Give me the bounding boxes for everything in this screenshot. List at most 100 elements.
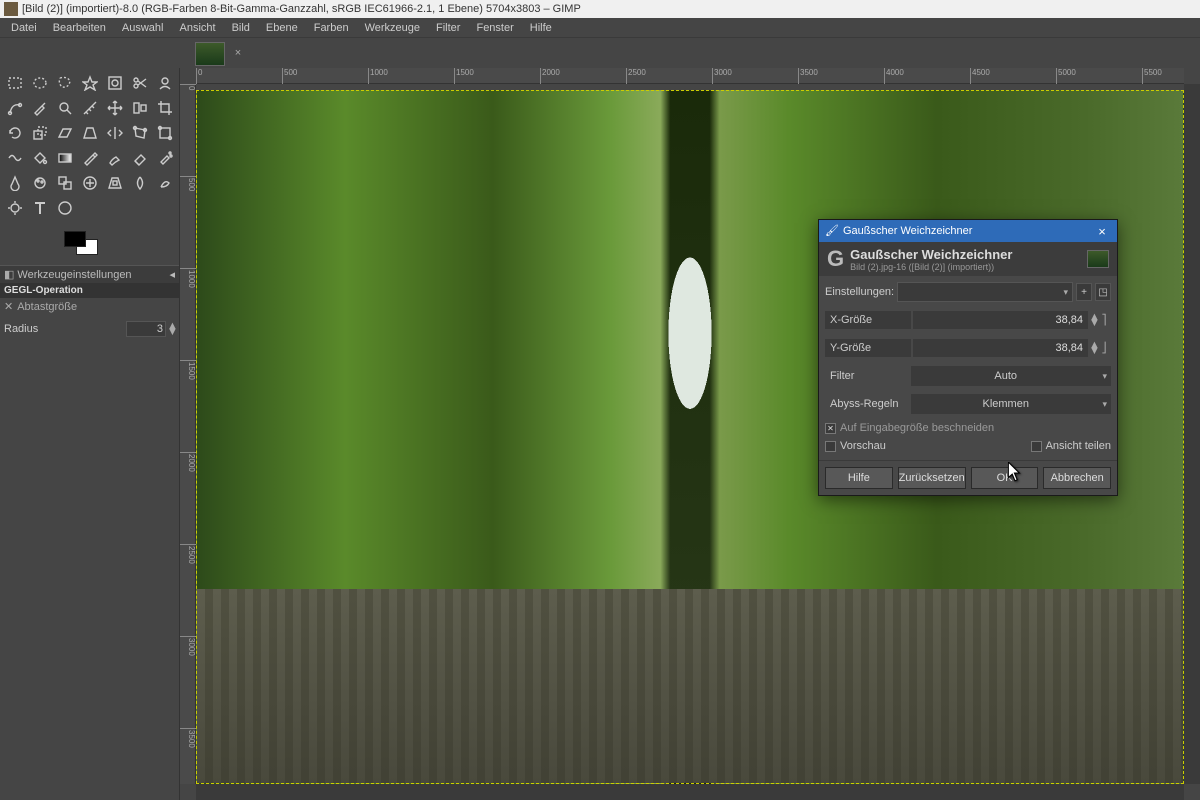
foreground-select-tool[interactable] bbox=[154, 72, 176, 94]
unified-tool[interactable] bbox=[154, 122, 176, 144]
text-tool[interactable] bbox=[29, 197, 51, 219]
ok-button[interactable]: OK bbox=[971, 467, 1039, 489]
clip-checkbox[interactable]: ✕ Auf Eingabegröße beschneiden bbox=[825, 420, 1111, 436]
x-spinner[interactable]: ▲▼ bbox=[1089, 314, 1097, 326]
measure-tool[interactable] bbox=[79, 97, 101, 119]
dodge-tool[interactable] bbox=[4, 197, 26, 219]
scale-tool[interactable] bbox=[29, 122, 51, 144]
ruler-tick: 3000 bbox=[712, 68, 732, 84]
radius-row: Radius ▲▼ bbox=[0, 315, 179, 343]
vertical-scrollbar[interactable] bbox=[1184, 84, 1200, 784]
radius-spinner[interactable]: ▲▼ bbox=[167, 323, 175, 335]
ruler-tick: 4000 bbox=[884, 68, 904, 84]
y-size-input[interactable]: 38,84 bbox=[913, 339, 1088, 357]
ruler-tick: 500 bbox=[282, 68, 297, 84]
toolbox bbox=[0, 68, 179, 223]
paintbrush-tool[interactable] bbox=[104, 147, 126, 169]
image-tab-bar: × bbox=[0, 38, 1200, 68]
settings-dropdown[interactable]: ▾ bbox=[897, 282, 1073, 302]
cancel-button[interactable]: Abbrechen bbox=[1043, 467, 1111, 489]
crop-tool[interactable] bbox=[154, 97, 176, 119]
abyss-label: Abyss-Regeln bbox=[825, 395, 911, 413]
mypaint-tool[interactable] bbox=[29, 172, 51, 194]
by-color-select-tool[interactable] bbox=[104, 72, 126, 94]
remove-icon[interactable]: ✕ bbox=[4, 300, 13, 313]
scissors-tool[interactable] bbox=[129, 72, 151, 94]
color-tool[interactable] bbox=[54, 197, 76, 219]
fuzzy-select-tool[interactable] bbox=[79, 72, 101, 94]
airbrush-tool[interactable] bbox=[154, 147, 176, 169]
link-icon-top[interactable]: ⎤ bbox=[1097, 315, 1111, 326]
manage-preset-button[interactable]: ◳ bbox=[1095, 283, 1111, 301]
blur-tool[interactable] bbox=[129, 172, 151, 194]
free-select-tool[interactable] bbox=[54, 72, 76, 94]
checkbox-icon bbox=[1031, 441, 1042, 452]
flip-tool[interactable] bbox=[104, 122, 126, 144]
sample-size-row: ✕ Abtastgröße bbox=[0, 298, 179, 315]
pencil-tool[interactable] bbox=[79, 147, 101, 169]
dialog-titlebar[interactable]: 🖌 Gaußscher Weichzeichner × bbox=[819, 220, 1117, 242]
heal-tool[interactable] bbox=[79, 172, 101, 194]
warp-tool[interactable] bbox=[4, 147, 26, 169]
ruler-tick: 2000 bbox=[180, 452, 196, 472]
image-tab-thumb[interactable] bbox=[195, 42, 225, 66]
panel-menu-icon[interactable]: ◂ bbox=[169, 268, 175, 281]
horizontal-scrollbar[interactable] bbox=[196, 784, 1184, 800]
ink-tool[interactable] bbox=[4, 172, 26, 194]
radius-input[interactable] bbox=[126, 321, 166, 337]
menu-ebene[interactable]: Ebene bbox=[258, 20, 306, 36]
y-spinner[interactable]: ▲▼ bbox=[1089, 342, 1097, 354]
fg-color-swatch[interactable] bbox=[64, 231, 86, 247]
menu-werkzeuge[interactable]: Werkzeuge bbox=[357, 20, 428, 36]
color-swatches[interactable] bbox=[64, 231, 104, 261]
eraser-tool[interactable] bbox=[129, 147, 151, 169]
rotate-tool[interactable] bbox=[4, 122, 26, 144]
add-preset-button[interactable]: + bbox=[1076, 283, 1092, 301]
help-button[interactable]: Hilfe bbox=[825, 467, 893, 489]
x-size-input[interactable]: 38,84 bbox=[913, 311, 1088, 329]
split-view-checkbox[interactable]: Ansicht teilen bbox=[1031, 438, 1111, 454]
clone-tool[interactable] bbox=[54, 172, 76, 194]
paths-tool[interactable] bbox=[4, 97, 26, 119]
menu-ansicht[interactable]: Ansicht bbox=[171, 20, 223, 36]
menu-fenster[interactable]: Fenster bbox=[468, 20, 521, 36]
zoom-tool[interactable] bbox=[54, 97, 76, 119]
link-icon-bottom[interactable]: ⎦ bbox=[1097, 343, 1111, 354]
close-icon[interactable]: × bbox=[1093, 224, 1111, 239]
cage-tool[interactable] bbox=[129, 122, 151, 144]
vertical-ruler[interactable]: 0500100015002000250030003500 bbox=[180, 84, 196, 784]
ruler-tick: 2500 bbox=[180, 544, 196, 564]
ellipse-select-tool[interactable] bbox=[29, 72, 51, 94]
abyss-dropdown[interactable]: Klemmen▾ bbox=[911, 394, 1111, 414]
gradient-tool[interactable] bbox=[54, 147, 76, 169]
perspective-clone-tool[interactable] bbox=[104, 172, 126, 194]
ruler-tick: 0 bbox=[196, 68, 202, 84]
reset-button[interactable]: Zurücksetzen bbox=[898, 467, 966, 489]
tab-close-icon[interactable]: × bbox=[231, 47, 245, 61]
panel-icon: ◧ bbox=[4, 268, 14, 281]
preview-checkbox[interactable]: Vorschau bbox=[825, 438, 886, 454]
tool-options-header[interactable]: ◧ Werkzeugeinstellungen ◂ bbox=[0, 265, 179, 283]
settings-row: Einstellungen: ▾ + ◳ bbox=[825, 280, 1111, 304]
menu-farben[interactable]: Farben bbox=[306, 20, 357, 36]
shear-tool[interactable] bbox=[54, 122, 76, 144]
move-tool[interactable] bbox=[104, 97, 126, 119]
abyss-row: Abyss-Regeln Klemmen▾ bbox=[825, 392, 1111, 416]
menu-hilfe[interactable]: Hilfe bbox=[522, 20, 560, 36]
horizontal-ruler[interactable]: 0500100015002000250030003500400045005000… bbox=[196, 68, 1184, 84]
menu-filter[interactable]: Filter bbox=[428, 20, 468, 36]
bucket-tool[interactable] bbox=[29, 147, 51, 169]
smudge-tool[interactable] bbox=[154, 172, 176, 194]
color-picker-tool[interactable] bbox=[29, 97, 51, 119]
perspective-tool[interactable] bbox=[79, 122, 101, 144]
rect-select-tool[interactable] bbox=[4, 72, 26, 94]
menu-bild[interactable]: Bild bbox=[224, 20, 258, 36]
menu-auswahl[interactable]: Auswahl bbox=[114, 20, 172, 36]
menu-datei[interactable]: Datei bbox=[3, 20, 45, 36]
dialog-header: G Gaußscher Weichzeichner Bild (2).jpg-1… bbox=[819, 242, 1117, 276]
ruler-tick: 1000 bbox=[368, 68, 388, 84]
menu-bearbeiten[interactable]: Bearbeiten bbox=[45, 20, 114, 36]
align-tool[interactable] bbox=[129, 97, 151, 119]
app-icon bbox=[4, 2, 18, 16]
filter-dropdown[interactable]: Auto▾ bbox=[911, 366, 1111, 386]
